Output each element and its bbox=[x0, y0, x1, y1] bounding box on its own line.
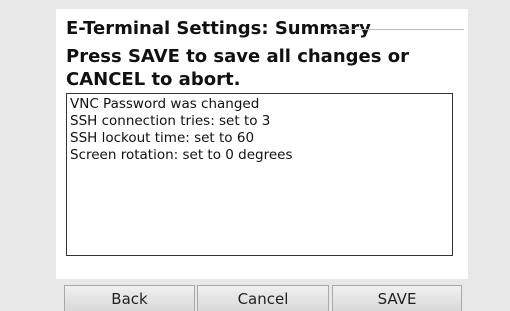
summary-line-ssh-tries: SSH connection tries: set to 3 bbox=[70, 113, 271, 129]
changes-summary-list[interactable]: VNC Password was changed SSH connection … bbox=[66, 93, 453, 256]
instruction-text: Press SAVE to save all changes or CANCEL… bbox=[66, 46, 409, 90]
summary-line-vnc-password: VNC Password was changed bbox=[70, 96, 260, 112]
screen: E-Terminal Settings: Summary Press SAVE … bbox=[0, 0, 510, 311]
back-button[interactable]: Back bbox=[64, 285, 195, 311]
settings-summary-panel: E-Terminal Settings: Summary Press SAVE … bbox=[56, 9, 468, 279]
save-button[interactable]: SAVE bbox=[332, 285, 462, 311]
summary-line-ssh-lockout: SSH lockout time: set to 60 bbox=[70, 130, 255, 146]
cancel-button[interactable]: Cancel bbox=[197, 285, 329, 311]
settings-header: E-Terminal Settings: Summary bbox=[66, 18, 464, 40]
header-divider bbox=[326, 29, 464, 30]
summary-line-screen-rotation: Screen rotation: set to 0 degrees bbox=[70, 147, 293, 163]
